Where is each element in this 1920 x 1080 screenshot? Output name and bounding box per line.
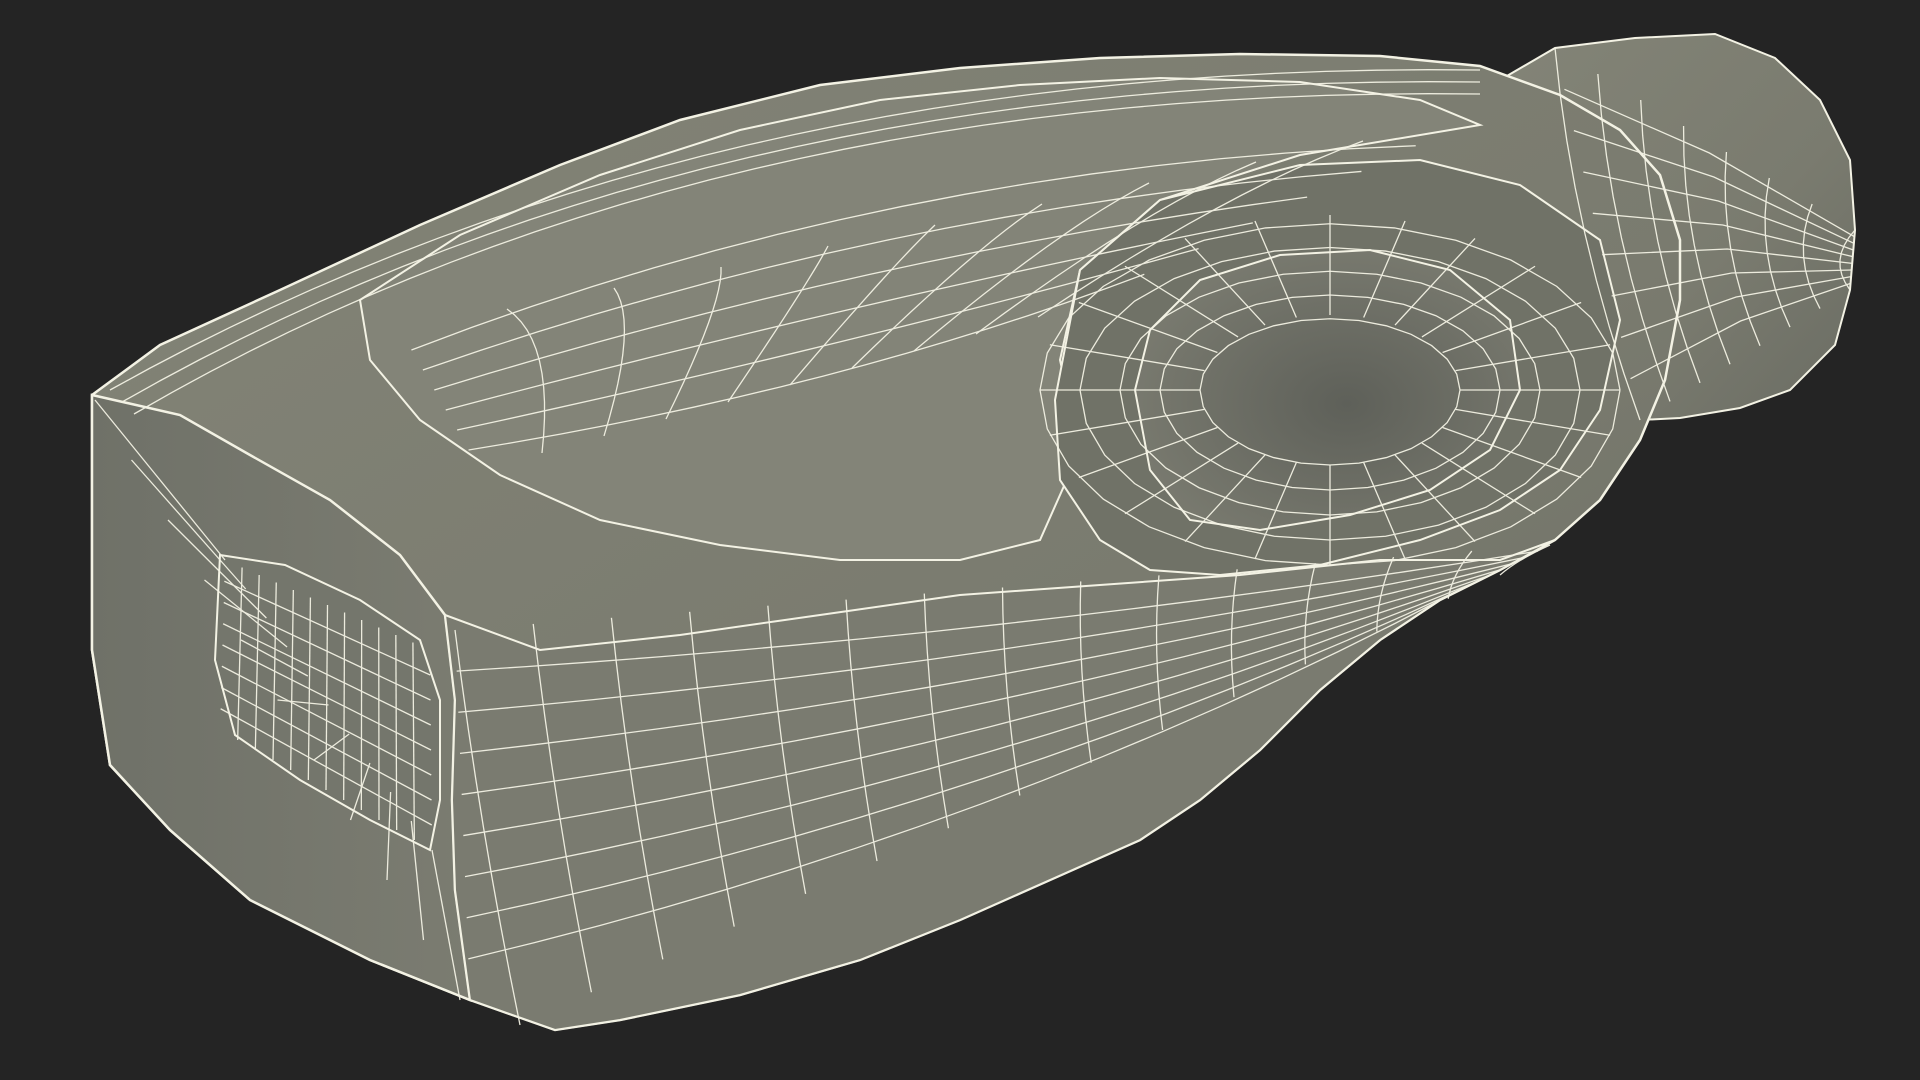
- wireframe-render: [90, 32, 1857, 1032]
- 3d-viewport[interactable]: [0, 0, 1920, 1080]
